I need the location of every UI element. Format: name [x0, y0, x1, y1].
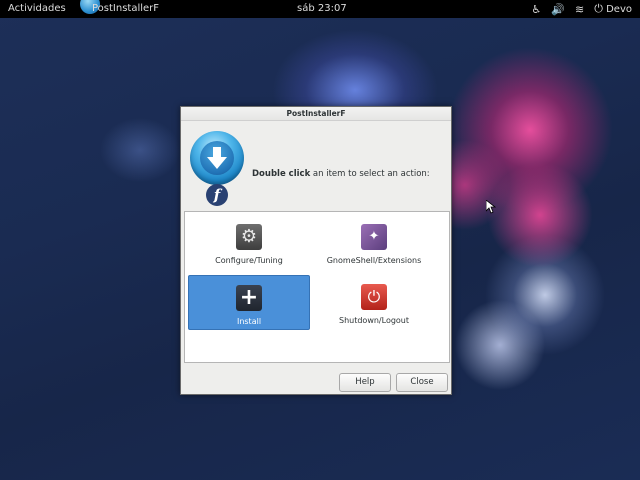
action-label: Shutdown/Logout	[338, 316, 410, 325]
action-configure-tuning[interactable]: ⚙ Configure/Tuning	[188, 215, 310, 270]
action-label: Configure/Tuning	[215, 256, 283, 265]
wifi-icon[interactable]: ≋	[575, 3, 584, 16]
action-label: GnomeShell/Extensions	[326, 256, 422, 265]
system-tray: ♿ 🔊 ≋ ⏻ Devo	[531, 2, 632, 16]
action-install[interactable]: + Install	[188, 275, 310, 330]
user-icon: ⏻	[594, 2, 603, 15]
top-bar: Actividades PostInstallerF sáb 23:07 ♿ 🔊…	[0, 0, 640, 18]
user-name: Devo	[606, 4, 632, 15]
instruction-text: Double click an item to select an action…	[252, 169, 430, 179]
action-gnomeshell-extensions[interactable]: ✦ GnomeShell/Extensions	[313, 215, 435, 270]
volume-icon[interactable]: 🔊	[551, 3, 565, 16]
action-label: Install	[236, 317, 262, 326]
app-menu-label[interactable]: PostInstallerF	[92, 3, 159, 14]
instruction-rest: an item to select an action:	[310, 169, 430, 179]
close-button[interactable]: Close	[396, 373, 448, 392]
clock[interactable]: sáb 23:07	[297, 3, 347, 14]
download-logo-icon	[190, 131, 244, 185]
action-shutdown-logout[interactable]: ⏻ Shutdown/Logout	[313, 275, 435, 330]
plus-icon: +	[236, 285, 262, 311]
action-grid: ⚙ Configure/Tuning ✦ GnomeShell/Extensio…	[184, 211, 450, 363]
activities-button[interactable]: Actividades	[8, 3, 66, 14]
accessibility-icon[interactable]: ♿	[531, 3, 541, 16]
dialog-title[interactable]: PostInstallerF	[181, 107, 451, 121]
user-menu[interactable]: ⏻ Devo	[594, 2, 632, 16]
power-icon: ⏻	[361, 284, 387, 310]
fedora-logo-icon: f	[206, 184, 228, 206]
gear-icon: ⚙	[236, 224, 262, 250]
mouse-cursor-icon	[486, 200, 496, 214]
postinstaller-dialog: PostInstallerF f Double click an item to…	[180, 106, 452, 395]
instruction-bold: Double click	[252, 169, 311, 179]
help-button[interactable]: Help	[339, 373, 391, 392]
gnome-shell-icon: ✦	[361, 224, 387, 250]
